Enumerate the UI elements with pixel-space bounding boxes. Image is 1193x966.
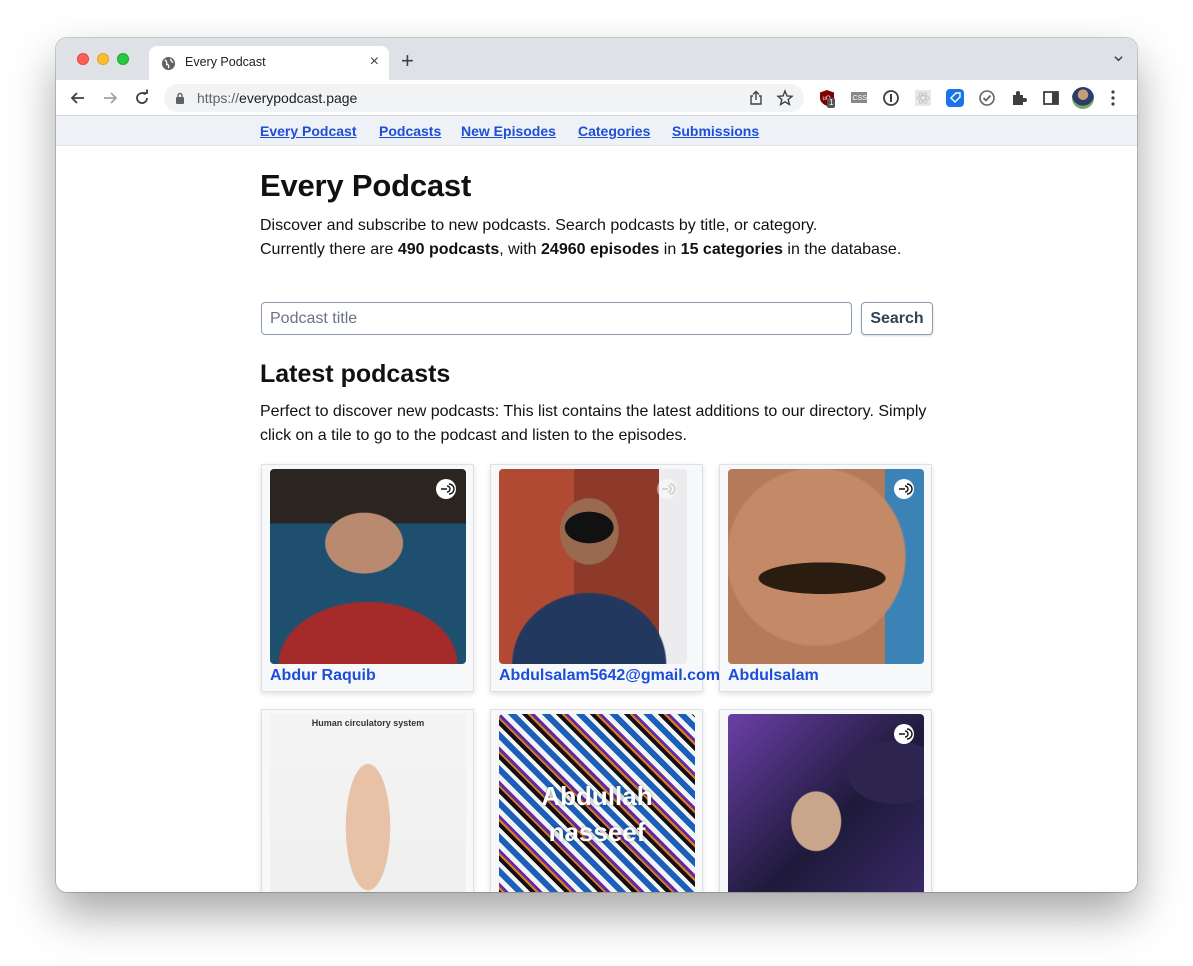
podcasts-count: 490 podcasts bbox=[397, 241, 500, 258]
podcast-artwork bbox=[728, 469, 924, 664]
categories-count: 15 categories bbox=[680, 241, 783, 258]
nav-link-podcasts[interactable]: Podcasts bbox=[379, 123, 441, 139]
podcast-artwork: Human circulatory system bbox=[270, 714, 466, 892]
site-nav: Every Podcast Podcasts New Episodes Cate… bbox=[56, 116, 1137, 146]
intro-mid: in bbox=[659, 241, 681, 258]
anchor-podcast-icon bbox=[894, 479, 914, 499]
address-bar[interactable]: https://everypodcast.page bbox=[164, 84, 804, 112]
tag-extension-icon[interactable] bbox=[946, 89, 964, 107]
intro-prefix: Currently there are bbox=[260, 241, 398, 258]
check-extension-icon[interactable] bbox=[978, 89, 996, 107]
react-devtools-extension-icon[interactable] bbox=[914, 89, 932, 107]
chevron-down-icon[interactable] bbox=[1114, 54, 1123, 63]
bookmark-star-icon[interactable] bbox=[776, 89, 794, 107]
side-panel-icon[interactable] bbox=[1042, 89, 1060, 107]
nav-link-categories[interactable]: Categories bbox=[578, 123, 650, 139]
more-menu-icon[interactable] bbox=[1111, 90, 1115, 106]
podcast-tile[interactable]: Abdulsalam5642@gmail.com bbox=[490, 464, 720, 692]
page-title: Every Podcast bbox=[260, 168, 472, 203]
arrow-left-icon bbox=[70, 92, 84, 104]
tab-title: Every Podcast bbox=[185, 55, 266, 69]
tab-strip: Every Podcast × + bbox=[56, 38, 1137, 80]
search-button[interactable]: Search bbox=[861, 302, 933, 335]
artwork-text: Abdullah nasseef bbox=[541, 781, 653, 847]
page-content: Every Podcast Podcasts New Episodes Cate… bbox=[56, 116, 1137, 892]
podcast-tile[interactable] bbox=[719, 709, 932, 892]
puzzle-extensions-icon[interactable] bbox=[1010, 89, 1028, 107]
nav-link-new-episodes[interactable]: New Episodes bbox=[461, 123, 556, 139]
intro-line: Discover and subscribe to new podcasts. … bbox=[260, 217, 818, 234]
podcast-artwork bbox=[728, 714, 924, 892]
nav-link-every-podcast[interactable]: Every Podcast bbox=[260, 123, 357, 139]
podcast-title-link[interactable]: Abdulsalam bbox=[728, 667, 819, 685]
share-icon[interactable] bbox=[748, 90, 764, 106]
url-host: everypodcast.page bbox=[239, 90, 358, 106]
podcast-title-link[interactable]: Abdur Raquib bbox=[270, 667, 376, 685]
browser-window: Every Podcast × + https://everypodcast.p… bbox=[56, 38, 1137, 892]
episodes-count: 24960 episodes bbox=[541, 241, 660, 258]
browser-toolbar: https://everypodcast.page uO 1 CSS bbox=[56, 80, 1137, 116]
extension-badge: 1 bbox=[827, 98, 836, 108]
back-button[interactable] bbox=[68, 88, 88, 108]
podcast-artwork: Abdullah nasseef bbox=[499, 714, 695, 892]
new-tab-button[interactable]: + bbox=[401, 50, 414, 72]
anchor-podcast-icon bbox=[436, 479, 456, 499]
intro-suffix: in the database. bbox=[782, 241, 902, 258]
intro-text: Discover and subscribe to new podcasts. … bbox=[260, 214, 933, 262]
arrow-right-icon bbox=[104, 92, 118, 104]
svg-text:CSS: CSS bbox=[853, 95, 868, 102]
podcast-tile[interactable]: Abdur Raquib bbox=[261, 464, 474, 692]
maximize-window-button[interactable] bbox=[117, 53, 129, 65]
podcast-search-input[interactable] bbox=[261, 302, 852, 335]
artwork-text: Human circulatory system bbox=[311, 718, 425, 728]
tab-every-podcast[interactable]: Every Podcast × bbox=[149, 46, 389, 80]
close-tab-icon[interactable]: × bbox=[370, 53, 379, 71]
anchor-podcast-icon bbox=[894, 724, 914, 744]
close-window-button[interactable] bbox=[77, 53, 89, 65]
nav-link-submissions[interactable]: Submissions bbox=[672, 123, 759, 139]
anchor-podcast-icon bbox=[657, 479, 677, 499]
podcast-tile[interactable]: Human circulatory system bbox=[261, 709, 474, 892]
podcast-artwork bbox=[270, 469, 466, 664]
podcast-title-link[interactable]: Abdulsalam5642@gmail.com bbox=[499, 667, 720, 685]
lock-icon bbox=[176, 92, 184, 104]
onepassword-extension-icon[interactable] bbox=[882, 89, 900, 107]
minimize-window-button[interactable] bbox=[97, 53, 109, 65]
reload-button[interactable] bbox=[132, 88, 152, 108]
podcast-tile[interactable]: Abdulsalam bbox=[719, 464, 932, 692]
globe-icon bbox=[161, 56, 176, 71]
url-text[interactable]: https://everypodcast.page bbox=[197, 90, 357, 106]
ublock-extension-icon[interactable]: uO 1 bbox=[818, 89, 836, 108]
reload-icon bbox=[136, 89, 148, 104]
latest-podcasts-heading: Latest podcasts bbox=[260, 360, 451, 388]
podcast-artwork bbox=[499, 469, 687, 664]
profile-avatar[interactable] bbox=[1072, 87, 1094, 109]
latest-podcasts-description: Perfect to discover new podcasts: This l… bbox=[260, 403, 927, 444]
css-extension-icon[interactable]: CSS bbox=[850, 89, 868, 107]
intro-mid: , with bbox=[499, 241, 542, 258]
podcast-tile[interactable]: Abdullah nasseef bbox=[490, 709, 703, 892]
forward-button[interactable] bbox=[100, 88, 120, 108]
url-scheme: https:// bbox=[197, 90, 240, 106]
